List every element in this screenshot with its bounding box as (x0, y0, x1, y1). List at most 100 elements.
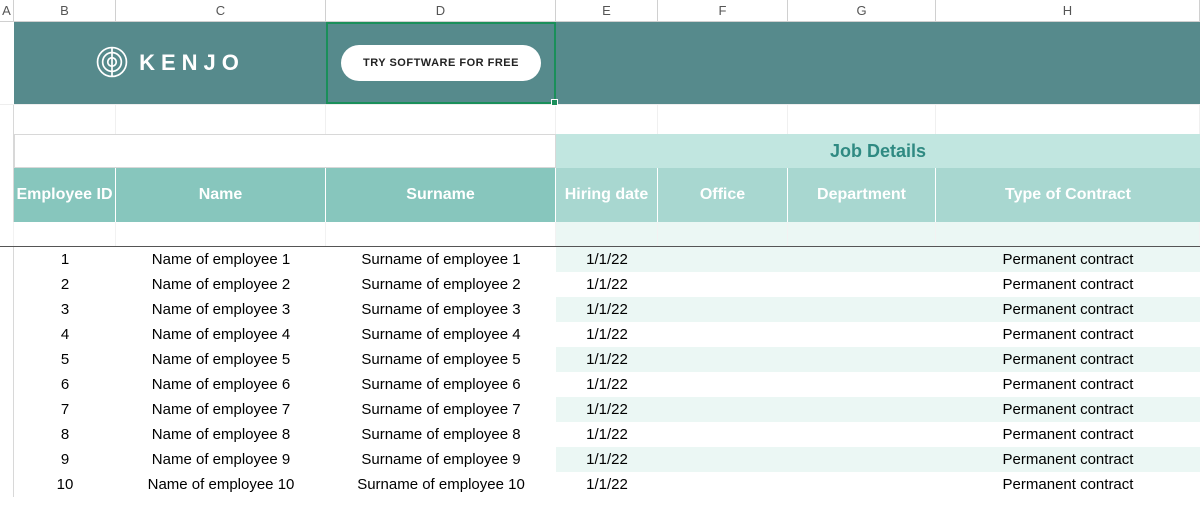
cell-contract[interactable]: Permanent contract (936, 322, 1200, 347)
cell[interactable] (658, 105, 788, 134)
cell-name[interactable]: Name of employee 2 (116, 272, 326, 297)
cell-surname[interactable]: Surname of employee 2 (326, 272, 556, 297)
cell-contract[interactable]: Permanent contract (936, 247, 1200, 272)
cell[interactable] (116, 222, 326, 246)
cell-department[interactable] (788, 422, 936, 447)
cell-surname[interactable]: Surname of employee 5 (326, 347, 556, 372)
cell-name[interactable]: Name of employee 3 (116, 297, 326, 322)
cell-office[interactable] (658, 397, 788, 422)
cell-office[interactable] (658, 247, 788, 272)
cell[interactable] (556, 105, 658, 134)
cell-office[interactable] (658, 322, 788, 347)
col-header-b[interactable]: B (14, 0, 116, 21)
cell-hiring-date[interactable]: 1/1/22 (556, 422, 658, 447)
cell-employee-id[interactable]: 2 (14, 272, 116, 297)
cell-hiring-date[interactable]: 1/1/22 (556, 472, 658, 497)
cell-office[interactable] (658, 472, 788, 497)
cell-department[interactable] (788, 272, 936, 297)
cell-surname[interactable]: Surname of employee 6 (326, 372, 556, 397)
cell-hiring-date[interactable]: 1/1/22 (556, 447, 658, 472)
header-contract[interactable]: Type of Contract (936, 168, 1200, 222)
col-header-a[interactable]: A (0, 0, 14, 21)
col-header-h[interactable]: H (936, 0, 1200, 21)
cell-hiring-date[interactable]: 1/1/22 (556, 397, 658, 422)
col-header-f[interactable]: F (658, 0, 788, 21)
cell-surname[interactable]: Surname of employee 8 (326, 422, 556, 447)
cell-office[interactable] (658, 272, 788, 297)
cell-name[interactable]: Name of employee 7 (116, 397, 326, 422)
job-details-title[interactable]: Job Details (556, 134, 1200, 168)
cell-department[interactable] (788, 247, 936, 272)
header-employee-id[interactable]: Employee ID (14, 168, 116, 222)
cell-department[interactable] (788, 372, 936, 397)
cell-office[interactable] (658, 447, 788, 472)
section-left-blank[interactable] (14, 134, 556, 168)
try-software-button[interactable]: TRY SOFTWARE FOR FREE (341, 45, 541, 81)
cell[interactable] (556, 222, 658, 246)
cell-surname[interactable]: Surname of employee 9 (326, 447, 556, 472)
cell-department[interactable] (788, 447, 936, 472)
cell-contract[interactable]: Permanent contract (936, 472, 1200, 497)
cell-hiring-date[interactable]: 1/1/22 (556, 272, 658, 297)
cell-department[interactable] (788, 322, 936, 347)
col-header-g[interactable]: G (788, 0, 936, 21)
cell-contract[interactable]: Permanent contract (936, 447, 1200, 472)
cell-contract[interactable]: Permanent contract (936, 347, 1200, 372)
cell[interactable] (788, 222, 936, 246)
cell-office[interactable] (658, 297, 788, 322)
cell-hiring-date[interactable]: 1/1/22 (556, 247, 658, 272)
cell-name[interactable]: Name of employee 6 (116, 372, 326, 397)
cell-department[interactable] (788, 347, 936, 372)
cell-contract[interactable]: Permanent contract (936, 422, 1200, 447)
cell-surname[interactable]: Surname of employee 7 (326, 397, 556, 422)
cell[interactable] (116, 105, 326, 134)
header-office[interactable]: Office (658, 168, 788, 222)
cell-employee-id[interactable]: 1 (14, 247, 116, 272)
cell-hiring-date[interactable]: 1/1/22 (556, 297, 658, 322)
cell-office[interactable] (658, 372, 788, 397)
cell-contract[interactable]: Permanent contract (936, 297, 1200, 322)
cell-office[interactable] (658, 347, 788, 372)
header-surname[interactable]: Surname (326, 168, 556, 222)
cell-hiring-date[interactable]: 1/1/22 (556, 322, 658, 347)
cell-employee-id[interactable]: 8 (14, 422, 116, 447)
header-hiring-date[interactable]: Hiring date (556, 168, 658, 222)
cell[interactable] (14, 105, 116, 134)
cell-hiring-date[interactable]: 1/1/22 (556, 372, 658, 397)
cell-name[interactable]: Name of employee 5 (116, 347, 326, 372)
cell-surname[interactable]: Surname of employee 4 (326, 322, 556, 347)
cell[interactable] (326, 105, 556, 134)
cell-name[interactable]: Name of employee 1 (116, 247, 326, 272)
col-header-e[interactable]: E (556, 0, 658, 21)
header-department[interactable]: Department (788, 168, 936, 222)
cell[interactable] (658, 222, 788, 246)
cell-office[interactable] (658, 422, 788, 447)
cell[interactable] (326, 222, 556, 246)
cell-name[interactable]: Name of employee 4 (116, 322, 326, 347)
cell-employee-id[interactable]: 3 (14, 297, 116, 322)
cell-name[interactable]: Name of employee 9 (116, 447, 326, 472)
cell-department[interactable] (788, 472, 936, 497)
cell-contract[interactable]: Permanent contract (936, 372, 1200, 397)
cell-employee-id[interactable]: 6 (14, 372, 116, 397)
cell-employee-id[interactable]: 5 (14, 347, 116, 372)
cell-surname[interactable]: Surname of employee 3 (326, 297, 556, 322)
cell[interactable] (936, 105, 1200, 134)
cell-hiring-date[interactable]: 1/1/22 (556, 347, 658, 372)
cell-employee-id[interactable]: 10 (14, 472, 116, 497)
cell[interactable] (936, 222, 1200, 246)
cell-employee-id[interactable]: 4 (14, 322, 116, 347)
cell-surname[interactable]: Surname of employee 10 (326, 472, 556, 497)
cell-name[interactable]: Name of employee 8 (116, 422, 326, 447)
cell[interactable] (14, 222, 116, 246)
cell-surname[interactable]: Surname of employee 1 (326, 247, 556, 272)
col-header-d[interactable]: D (326, 0, 556, 21)
header-name[interactable]: Name (116, 168, 326, 222)
cell-contract[interactable]: Permanent contract (936, 397, 1200, 422)
cell[interactable] (788, 105, 936, 134)
cell-employee-id[interactable]: 9 (14, 447, 116, 472)
cell-name[interactable]: Name of employee 10 (116, 472, 326, 497)
cell-department[interactable] (788, 297, 936, 322)
cell-department[interactable] (788, 397, 936, 422)
cell-contract[interactable]: Permanent contract (936, 272, 1200, 297)
